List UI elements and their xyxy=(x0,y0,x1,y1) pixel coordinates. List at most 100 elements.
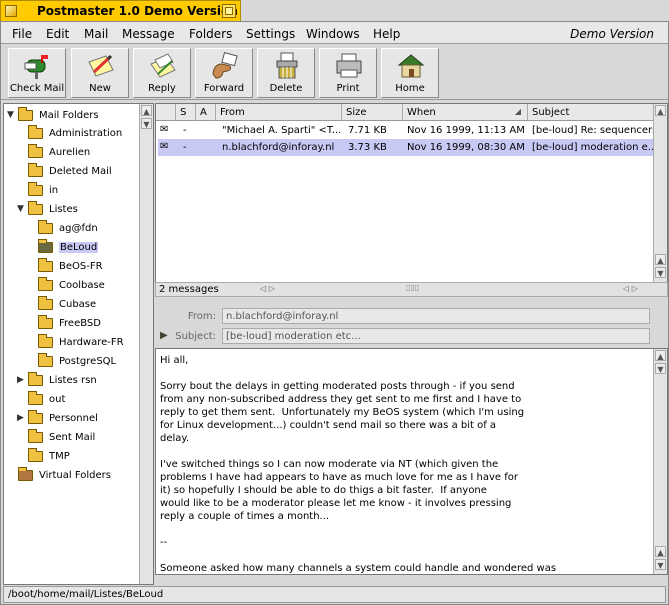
folder-icon xyxy=(27,125,45,140)
column-status[interactable]: S xyxy=(176,104,196,121)
folder-icon xyxy=(27,448,45,463)
home-label: Home xyxy=(395,83,425,94)
folder-hardware-fr[interactable]: Hardware-FR xyxy=(37,333,124,351)
envelope-icon: ✉ xyxy=(160,141,169,152)
menu-folders[interactable]: Folders xyxy=(189,27,232,41)
column-when-label: When xyxy=(407,107,436,118)
app-window: Postmaster 1.0 Demo Version File Edit Ma… xyxy=(0,0,669,605)
column-subject[interactable]: Subject xyxy=(528,104,655,121)
folder-administration[interactable]: Administration xyxy=(27,124,122,142)
forward-button[interactable]: Forward xyxy=(195,48,253,98)
scroll-right-icon[interactable]: ◁ ▷ xyxy=(623,284,638,293)
delete-button[interactable]: Delete xyxy=(257,48,315,98)
folder-coolbase[interactable]: Coolbase xyxy=(37,276,105,294)
scroll-down-icon[interactable]: ▼ xyxy=(655,363,666,374)
virtual-folder-icon xyxy=(17,467,35,482)
zoom-box-icon[interactable] xyxy=(222,4,236,18)
scroll-up-icon[interactable]: ▲ xyxy=(655,254,666,265)
menu-file[interactable]: File xyxy=(12,27,32,41)
folder-out[interactable]: out xyxy=(27,390,65,408)
folder-icon xyxy=(37,334,55,349)
folder-listes-rsn[interactable]: ▶ Listes rsn xyxy=(17,371,97,389)
folder-sent-mail[interactable]: Sent Mail xyxy=(27,428,95,446)
message-row-selected[interactable]: ✉ - n.blachford@inforay.nl 3.73 KB Nov 1… xyxy=(158,139,654,156)
message-header: From: n.blachford@inforay.nl ▶ Subject: … xyxy=(155,302,668,348)
message-body-scrollbar[interactable]: ▲ ▼ ▲ ▼ xyxy=(653,349,667,574)
house-icon xyxy=(397,54,425,78)
expanded-triangle-icon[interactable]: ▼ xyxy=(17,204,27,214)
column-from[interactable]: From xyxy=(216,104,342,121)
reply-button[interactable]: Reply xyxy=(133,48,191,98)
column-size[interactable]: Size xyxy=(342,104,403,121)
scroll-down-icon[interactable]: ▼ xyxy=(655,559,666,570)
subject-label: Subject: xyxy=(175,331,216,342)
print-label: Print xyxy=(336,83,360,94)
folder-icon xyxy=(27,391,45,406)
message-list-scrollbar[interactable]: ▲ ▲ ▼ xyxy=(653,104,667,282)
folder-ag-fdn[interactable]: ag@fdn xyxy=(37,219,98,237)
scroll-up-icon[interactable]: ▲ xyxy=(655,350,666,361)
menu-message[interactable]: Message xyxy=(122,27,175,41)
forward-label: Forward xyxy=(203,83,245,94)
collapsed-triangle-icon[interactable]: ▶ xyxy=(17,375,27,385)
folder-personnel[interactable]: ▶ Personnel xyxy=(17,409,98,427)
folder-beos-fr[interactable]: BeOS-FR xyxy=(37,257,103,275)
column-attachment[interactable]: A xyxy=(196,104,216,121)
message-count: 2 messages xyxy=(159,284,219,295)
message-count-bar: 2 messages ◁ ▷ ▯▯▯ ◁ ▷ xyxy=(155,282,668,297)
scroll-up-icon[interactable]: ▲ xyxy=(141,105,152,116)
demo-version-label: Demo Version xyxy=(570,27,654,41)
message-text: Hi all, Sorry bout the delays in getting… xyxy=(160,355,557,574)
folder-icon xyxy=(27,163,45,178)
collapsed-triangle-icon[interactable]: ▶ xyxy=(17,413,27,423)
folder-postgresql[interactable]: PostgreSQL xyxy=(37,352,116,370)
folder-aurelien[interactable]: Aurelien xyxy=(27,143,90,161)
scroll-thumb-icon[interactable]: ▯▯▯ xyxy=(406,283,419,292)
folder-icon xyxy=(27,410,45,425)
folder-virtual-folders[interactable]: Virtual Folders xyxy=(17,466,111,484)
folder-icon xyxy=(37,353,55,368)
folder-tmp[interactable]: TMP xyxy=(27,447,70,465)
close-box-icon[interactable] xyxy=(5,5,17,17)
folder-freebsd[interactable]: FreeBSD xyxy=(37,314,101,332)
shredder-icon xyxy=(276,52,298,79)
menu-settings[interactable]: Settings xyxy=(246,27,295,41)
folder-listes[interactable]: ▼ Listes xyxy=(17,200,78,218)
menu-windows[interactable]: Windows xyxy=(306,27,360,41)
menu-mail[interactable]: Mail xyxy=(84,27,108,41)
column-when[interactable]: When ◢ xyxy=(403,104,528,121)
from-field[interactable]: n.blachford@inforay.nl xyxy=(222,308,650,324)
home-button[interactable]: Home xyxy=(381,48,439,98)
scroll-down-icon[interactable]: ▼ xyxy=(141,118,152,129)
print-button[interactable]: Print xyxy=(319,48,377,98)
mailbox-icon xyxy=(24,55,48,79)
menu-help[interactable]: Help xyxy=(373,27,400,41)
window-title-tab[interactable]: Postmaster 1.0 Demo Version xyxy=(0,0,241,21)
column-icon[interactable] xyxy=(156,104,176,121)
scroll-down-icon[interactable]: ▼ xyxy=(655,267,666,278)
reply-label: Reply xyxy=(148,83,176,94)
check-mail-label: Check Mail xyxy=(9,83,65,94)
folder-icon xyxy=(37,315,55,330)
expanded-triangle-icon[interactable]: ▼ xyxy=(7,110,17,120)
scroll-left-icon[interactable]: ◁ ▷ xyxy=(260,284,275,293)
folder-path: /boot/home/mail/Listes/BeLoud xyxy=(3,586,666,603)
scroll-up-icon[interactable]: ▲ xyxy=(655,105,666,116)
reply-note-icon xyxy=(150,53,176,78)
menu-bar: File Edit Mail Message Folders Settings … xyxy=(1,22,668,44)
folder-beloud[interactable]: BeLoud xyxy=(37,238,99,256)
message-row[interactable]: ✉ - "Michael A. Sparti" <T.... 7.71 KB N… xyxy=(158,122,654,139)
new-button[interactable]: New xyxy=(71,48,129,98)
folder-tree: ▼ Mail Folders Administration Aurelien D… xyxy=(3,103,154,585)
scroll-up-icon[interactable]: ▲ xyxy=(655,546,666,557)
folder-cubase[interactable]: Cubase xyxy=(37,295,96,313)
folder-mail-folders[interactable]: ▼ Mail Folders xyxy=(7,106,99,124)
message-body[interactable]: Hi all, Sorry bout the delays in getting… xyxy=(155,348,668,575)
folder-deleted-mail[interactable]: Deleted Mail xyxy=(27,162,112,180)
subject-field[interactable]: [be-loud] moderation etc... xyxy=(222,328,650,344)
folder-icon xyxy=(37,258,55,273)
folder-in[interactable]: in xyxy=(27,181,58,199)
folder-scrollbar[interactable]: ▲ ▼ xyxy=(139,104,153,584)
check-mail-button[interactable]: Check Mail xyxy=(8,48,66,98)
menu-edit[interactable]: Edit xyxy=(46,27,69,41)
